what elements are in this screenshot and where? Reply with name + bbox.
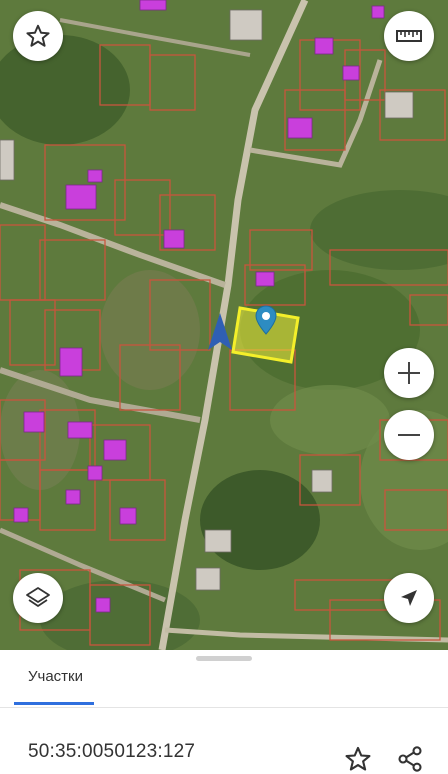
location-pin-icon <box>255 305 277 335</box>
layers-button[interactable] <box>13 573 63 623</box>
zoom-in-button[interactable] <box>384 348 434 398</box>
star-icon <box>345 746 371 771</box>
ruler-icon <box>396 30 422 42</box>
share-button[interactable] <box>395 744 425 774</box>
star-outline-icon <box>26 24 50 47</box>
tab-divider <box>0 707 448 708</box>
satellite-map <box>0 0 448 650</box>
my-location-button[interactable] <box>384 573 434 623</box>
share-icon <box>398 746 422 772</box>
favorite-parcel-button[interactable] <box>343 744 373 774</box>
layers-icon <box>26 587 50 607</box>
map-view[interactable] <box>0 0 448 650</box>
favorite-button[interactable] <box>13 11 63 61</box>
cadastral-number: 50:35:0050123:127 <box>28 741 196 762</box>
navigation-arrow-icon <box>401 590 417 606</box>
drag-handle[interactable] <box>196 656 252 661</box>
active-tab-indicator <box>14 702 94 705</box>
plus-icon <box>398 362 420 384</box>
minus-icon <box>398 434 420 436</box>
tab-parcels[interactable]: Участки <box>28 668 83 685</box>
zoom-out-button[interactable] <box>384 410 434 460</box>
ruler-button[interactable] <box>384 11 434 61</box>
